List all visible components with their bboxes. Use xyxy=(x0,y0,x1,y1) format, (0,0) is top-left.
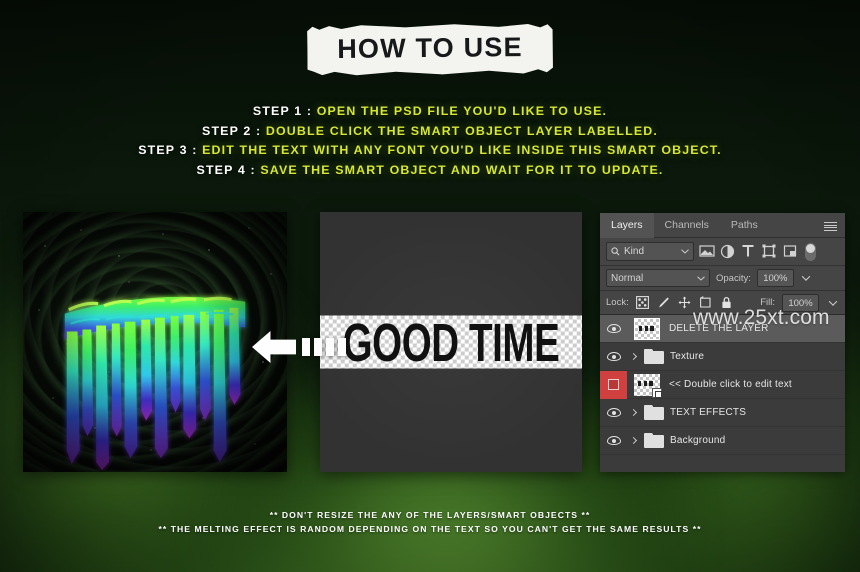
footer-notes: ** DON'T RESIZE THE ANY OF THE LAYERS/SM… xyxy=(0,508,860,536)
steps-list: STEP 1 : OPEN THE PSD FILE YOU'D LIKE TO… xyxy=(0,102,860,180)
poster-canvas: HOW TO USE STEP 1 : OPEN THE PSD FILE YO… xyxy=(0,0,860,572)
step-label-2: STEP 2 : xyxy=(202,123,262,138)
folder-icon xyxy=(644,405,664,420)
opacity-label: Opacity: xyxy=(716,272,751,284)
layer-filter-row: Kind xyxy=(600,238,845,266)
tab-paths[interactable]: Paths xyxy=(720,213,769,238)
smart-object-thumbnail xyxy=(634,373,662,398)
thumbnail-content xyxy=(638,380,653,386)
table-row[interactable]: Background xyxy=(600,427,845,455)
table-row[interactable]: Texture xyxy=(600,343,845,371)
artwork-preview xyxy=(23,212,287,472)
tab-channels[interactable]: Channels xyxy=(654,213,720,238)
step-body-2: DOUBLE CLICK THE SMART OBJECT LAYER LABE… xyxy=(265,123,658,138)
layer-name: Background xyxy=(670,435,726,446)
layer-visibility-toggle[interactable] xyxy=(600,370,627,399)
layers-list: DELETE THE LAYER Texture << Double click… xyxy=(600,315,845,455)
image-filter-icon[interactable] xyxy=(699,244,715,260)
page-title: HOW TO USE xyxy=(337,32,523,64)
smart-object-preview: GOOD TIME xyxy=(320,212,582,472)
hamburger-menu-icon[interactable] xyxy=(824,222,837,231)
group-expander-chevron-icon[interactable] xyxy=(627,438,640,443)
pixel-thumbnail xyxy=(634,317,660,340)
arrow-left-icon xyxy=(252,331,296,363)
smart-object-filter-icon[interactable] xyxy=(783,244,799,260)
eye-icon xyxy=(606,324,621,333)
step-line-1: STEP 1 : OPEN THE PSD FILE YOU'D LIKE TO… xyxy=(0,102,860,122)
type-filter-icon[interactable] xyxy=(741,244,757,260)
folder-icon xyxy=(644,433,664,448)
smart-object-badge-icon xyxy=(652,387,662,398)
layer-name: << Double click to edit text xyxy=(669,379,792,390)
adjustment-filter-icon[interactable] xyxy=(720,244,736,260)
title-tape: HOW TO USE xyxy=(307,23,553,77)
folder-icon xyxy=(644,349,664,364)
step-label-4: STEP 4 : xyxy=(196,162,256,177)
kind-filter-select[interactable]: Kind xyxy=(606,242,694,261)
group-expander-chevron-icon[interactable] xyxy=(627,410,640,415)
step-line-2: STEP 2 : DOUBLE CLICK THE SMART OBJECT L… xyxy=(0,122,860,142)
thumbnail-content xyxy=(639,325,654,331)
filter-toggle-switch[interactable] xyxy=(805,242,816,261)
eye-icon xyxy=(606,352,621,361)
table-row[interactable]: TEXT EFFECTS xyxy=(600,399,845,427)
eye-square-icon xyxy=(608,379,619,390)
photoshop-layers-panel: Layers Channels Paths Kind Normal Opacit… xyxy=(600,213,845,472)
lock-position-icon[interactable] xyxy=(678,296,691,309)
search-icon xyxy=(611,247,620,256)
psd-preview-text: GOOD TIME xyxy=(342,311,560,373)
arrow-dash xyxy=(326,338,334,356)
shape-filter-icon[interactable] xyxy=(762,244,778,260)
tab-layers[interactable]: Layers xyxy=(600,213,654,238)
eye-icon xyxy=(606,436,621,445)
chevron-down-icon xyxy=(697,275,705,281)
blend-mode-row: Normal Opacity: 100% xyxy=(600,266,845,291)
step-label-3: STEP 3 : xyxy=(138,143,198,157)
note-line-1: ** DON'T RESIZE THE ANY OF THE LAYERS/SM… xyxy=(269,510,591,520)
step-body-1: OPEN THE PSD FILE YOU'D LIKE TO USE. xyxy=(316,104,608,118)
layer-visibility-toggle[interactable] xyxy=(600,427,627,455)
layer-thumbnail xyxy=(640,349,668,364)
layer-name: TEXT EFFECTS xyxy=(670,407,747,418)
panel-tabbar: Layers Channels Paths xyxy=(600,213,845,238)
chevron-down-icon xyxy=(681,249,689,254)
lock-label: Lock: xyxy=(606,297,629,308)
arrow-dash xyxy=(302,338,310,356)
flow-arrow xyxy=(252,328,352,366)
step-label-1: STEP 1 : xyxy=(252,104,313,118)
arrow-dash xyxy=(338,338,346,356)
layer-visibility-toggle[interactable] xyxy=(600,315,627,343)
step-line-3: STEP 3 : EDIT THE TEXT WITH ANY FONT YOU… xyxy=(0,141,860,161)
lock-image-pixels-icon[interactable] xyxy=(657,296,670,309)
layer-thumbnail xyxy=(640,433,668,448)
note-line-2: ** THE MELTING EFFECT IS RANDOM DEPENDIN… xyxy=(158,524,702,534)
layer-thumbnail xyxy=(640,405,668,420)
step-line-4: STEP 4 : SAVE THE SMART OBJECT AND WAIT … xyxy=(0,161,860,181)
layer-name: Texture xyxy=(670,351,705,362)
site-watermark: www.25xt.com xyxy=(693,306,830,329)
opacity-chevron-down-icon[interactable] xyxy=(800,269,813,287)
layer-visibility-toggle[interactable] xyxy=(600,343,627,371)
arrow-dash xyxy=(314,338,322,356)
layer-visibility-toggle[interactable] xyxy=(600,399,627,427)
eye-icon xyxy=(606,408,621,417)
kind-filter-label: Kind xyxy=(624,246,645,257)
tape-strip: HOW TO USE xyxy=(307,23,553,77)
lock-transparent-pixels-icon[interactable] xyxy=(635,296,649,309)
step-body-3: EDIT THE TEXT WITH ANY FONT YOU'D LIKE I… xyxy=(202,143,722,157)
step-body-4: SAVE THE SMART OBJECT AND WAIT FOR IT TO… xyxy=(260,162,664,177)
transparency-checker: GOOD TIME xyxy=(320,311,582,373)
artwork-vignette xyxy=(23,212,287,472)
blend-mode-value: Normal xyxy=(611,272,644,284)
layer-thumbnail xyxy=(627,373,667,398)
table-row[interactable]: << Double click to edit text xyxy=(600,370,845,399)
psd-text-wrap: GOOD TIME xyxy=(320,311,582,373)
layer-thumbnail xyxy=(627,317,667,340)
opacity-value[interactable]: 100% xyxy=(756,269,794,287)
group-expander-chevron-icon[interactable] xyxy=(627,354,640,359)
blend-mode-select[interactable]: Normal xyxy=(606,269,710,287)
